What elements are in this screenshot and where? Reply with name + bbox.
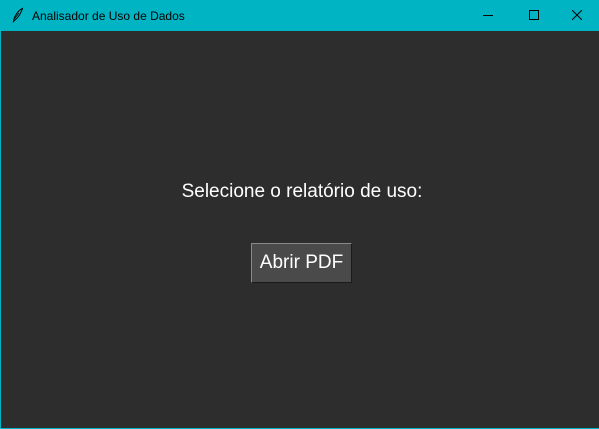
maximize-icon bbox=[529, 7, 539, 25]
close-button[interactable] bbox=[554, 0, 599, 31]
open-pdf-button[interactable]: Abrir PDF bbox=[251, 243, 352, 283]
maximize-button[interactable] bbox=[511, 0, 557, 31]
close-icon bbox=[571, 7, 583, 25]
select-report-label: Selecione o relatório de uso: bbox=[181, 181, 423, 202]
app-window: Analisador de Uso de Dados Selecione o r… bbox=[0, 0, 599, 429]
title-bar[interactable]: Analisador de Uso de Dados bbox=[1, 0, 599, 31]
minimize-icon bbox=[483, 7, 493, 25]
main-content: Selecione o relatório de uso: Abrir PDF bbox=[2, 31, 599, 428]
minimize-button[interactable] bbox=[465, 0, 511, 31]
window-title: Analisador de Uso de Dados bbox=[32, 9, 185, 23]
feather-icon bbox=[10, 7, 26, 24]
